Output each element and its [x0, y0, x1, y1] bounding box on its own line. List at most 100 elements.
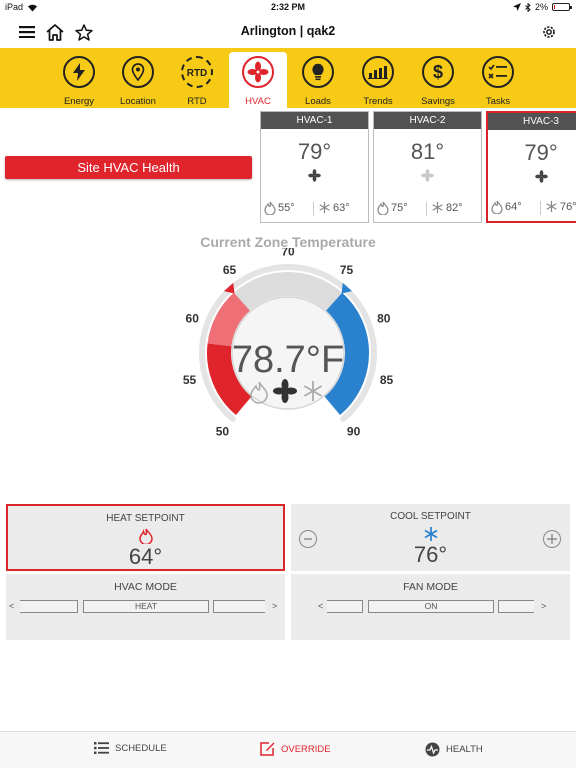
dial-tick-label: 55: [183, 373, 197, 387]
fan-mode-title: FAN MODE: [403, 581, 458, 593]
dial-tick-label: 90: [347, 425, 361, 439]
nav-bar: Arlington | qak2: [0, 16, 576, 48]
hvac-card-cool: 82°: [446, 201, 463, 214]
hvac-card-1[interactable]: HVAC-1 79° 55° 63°: [260, 111, 369, 223]
flame-icon: [138, 528, 153, 546]
tab-label: Loads: [305, 96, 331, 107]
svg-text:RTD: RTD: [187, 68, 208, 78]
bluetooth-icon: [525, 2, 531, 12]
bulb-icon: [312, 63, 324, 81]
hvac-card-heat: 64°: [505, 201, 522, 213]
rtd-icon: RTD: [187, 68, 208, 78]
heat-setpoint-title: HEAT SETPOINT: [106, 513, 185, 524]
tab-label: Tasks: [485, 96, 511, 107]
location-arrow-icon: [512, 3, 521, 11]
tab-label: HVAC: [245, 96, 271, 107]
bottom-tab-bar: SCHEDULE OVERRIDE HEALTH: [0, 731, 576, 768]
bottom-tab-override[interactable]: OVERRIDE: [260, 742, 331, 756]
dial-tick-label: 80: [377, 312, 391, 326]
cool-increase-button[interactable]: [543, 530, 561, 548]
hvac-mode-next[interactable]: >: [272, 601, 277, 611]
tab-rtd[interactable]: RTD RTD: [168, 48, 226, 108]
hvac-mode-option-next[interactable]: [213, 600, 265, 613]
hvac-mode-selected[interactable]: HEAT: [83, 600, 209, 613]
fan-mode-panel: FAN MODE < ON >: [291, 574, 570, 640]
status-bar: iPad 2:32 PM 2%: [0, 0, 576, 16]
hvac-card-temp: 79°: [524, 140, 558, 165]
dial-tick-label: 85: [380, 373, 394, 387]
edit-icon: [260, 742, 275, 756]
hvac-card-3[interactable]: HVAC-3 79° 64° 76°: [486, 111, 576, 223]
tab-loads[interactable]: Loads: [289, 48, 347, 108]
gear-icon[interactable]: [538, 21, 560, 43]
svg-text:$: $: [433, 62, 443, 82]
tab-hvac[interactable]: HVAC: [229, 52, 287, 108]
fan-mode-prev[interactable]: <: [318, 601, 323, 611]
hvac-card-temp: 81°: [410, 139, 445, 164]
hvac-card-heat: 75°: [391, 202, 408, 214]
fan-icon: [421, 169, 434, 182]
flame-icon: [491, 200, 503, 214]
hvac-card-temp: 79°: [297, 139, 332, 164]
cool-setpoint-panel[interactable]: COOL SETPOINT 76°: [291, 504, 570, 571]
flame-icon: [377, 201, 389, 215]
bottom-tab-label: HEALTH: [446, 744, 483, 755]
tab-label: Energy: [63, 96, 95, 107]
hvac-mode-option-prev[interactable]: [20, 600, 78, 613]
cool-setpoint-value: 76°: [413, 542, 448, 567]
tab-label: Trends: [363, 96, 393, 107]
hvac-mode-prev[interactable]: <: [9, 601, 14, 611]
dollar-icon: $: [433, 62, 443, 82]
bottom-tab-label: SCHEDULE: [115, 742, 167, 754]
hvac-card-cool: 76°: [560, 200, 576, 213]
hvac-card-heat: 55°: [278, 202, 295, 214]
thermostat-dial[interactable]: 50 55 60 65 70 75 80 85 90 78.7°F: [168, 248, 408, 478]
tab-tasks[interactable]: Tasks: [469, 48, 527, 108]
hvac-card-2[interactable]: HVAC-2 81° 75° 82°: [373, 111, 482, 223]
hvac-card-name: HVAC-3: [488, 113, 576, 130]
tab-label: Savings: [421, 96, 455, 107]
dial-tick-label: 60: [186, 312, 200, 326]
tab-label: RTD: [187, 96, 207, 107]
site-hvac-health-button[interactable]: Site HVAC Health: [5, 156, 252, 179]
tab-savings[interactable]: $ Savings: [409, 48, 467, 108]
dial-tick-label: 65: [223, 263, 237, 277]
fan-mode-option-next[interactable]: [498, 600, 534, 613]
battery-icon: [552, 3, 572, 11]
bottom-tab-health[interactable]: HEALTH: [425, 742, 483, 757]
fan-mode-option-prev[interactable]: [327, 600, 363, 613]
dial-tick-label: 70: [281, 248, 295, 259]
hvac-card-name: HVAC-1: [261, 112, 368, 129]
hvac-mode-panel: HVAC MODE < HEAT >: [6, 574, 285, 640]
checklist-icon: [488, 64, 507, 79]
hvac-mode-title: HVAC MODE: [114, 581, 177, 593]
pulse-icon: [425, 742, 440, 757]
snowflake-icon: [319, 201, 330, 214]
tab-energy[interactable]: Energy: [50, 48, 108, 108]
status-time: 2:32 PM: [270, 2, 305, 12]
snowflake-icon: [424, 527, 437, 541]
bottom-tab-label: OVERRIDE: [281, 743, 331, 755]
fan-mode-selected[interactable]: ON: [368, 600, 494, 613]
plus-icon: [547, 534, 557, 544]
current-zone-temp: 78.7°F: [232, 339, 344, 381]
lightning-icon: [73, 63, 85, 81]
fan-icon: [247, 61, 269, 83]
module-tab-strip: Energy Location RTD RTD HVAC Loads Trend…: [0, 48, 576, 108]
bar-chart-icon: [368, 66, 388, 79]
fan-icon: [534, 170, 548, 183]
heat-setpoint-panel[interactable]: HEAT SETPOINT 64°: [6, 504, 285, 571]
heat-setpoint-value: 64°: [128, 544, 163, 569]
flame-icon: [264, 201, 276, 215]
bottom-tab-schedule[interactable]: SCHEDULE: [94, 742, 167, 754]
battery-percent: 2%: [534, 2, 548, 12]
list-icon: [94, 742, 109, 754]
tab-location[interactable]: Location: [109, 48, 167, 108]
tab-label: Location: [120, 96, 156, 107]
snowflake-icon: [432, 201, 443, 214]
app-root: iPad 2:32 PM 2% Arlington | qak2 Energy …: [0, 0, 576, 768]
tab-trends[interactable]: Trends: [349, 48, 407, 108]
fan-mode-next[interactable]: >: [541, 601, 546, 611]
map-pin-icon: [131, 63, 145, 81]
dial-tick-label: 75: [340, 263, 354, 277]
